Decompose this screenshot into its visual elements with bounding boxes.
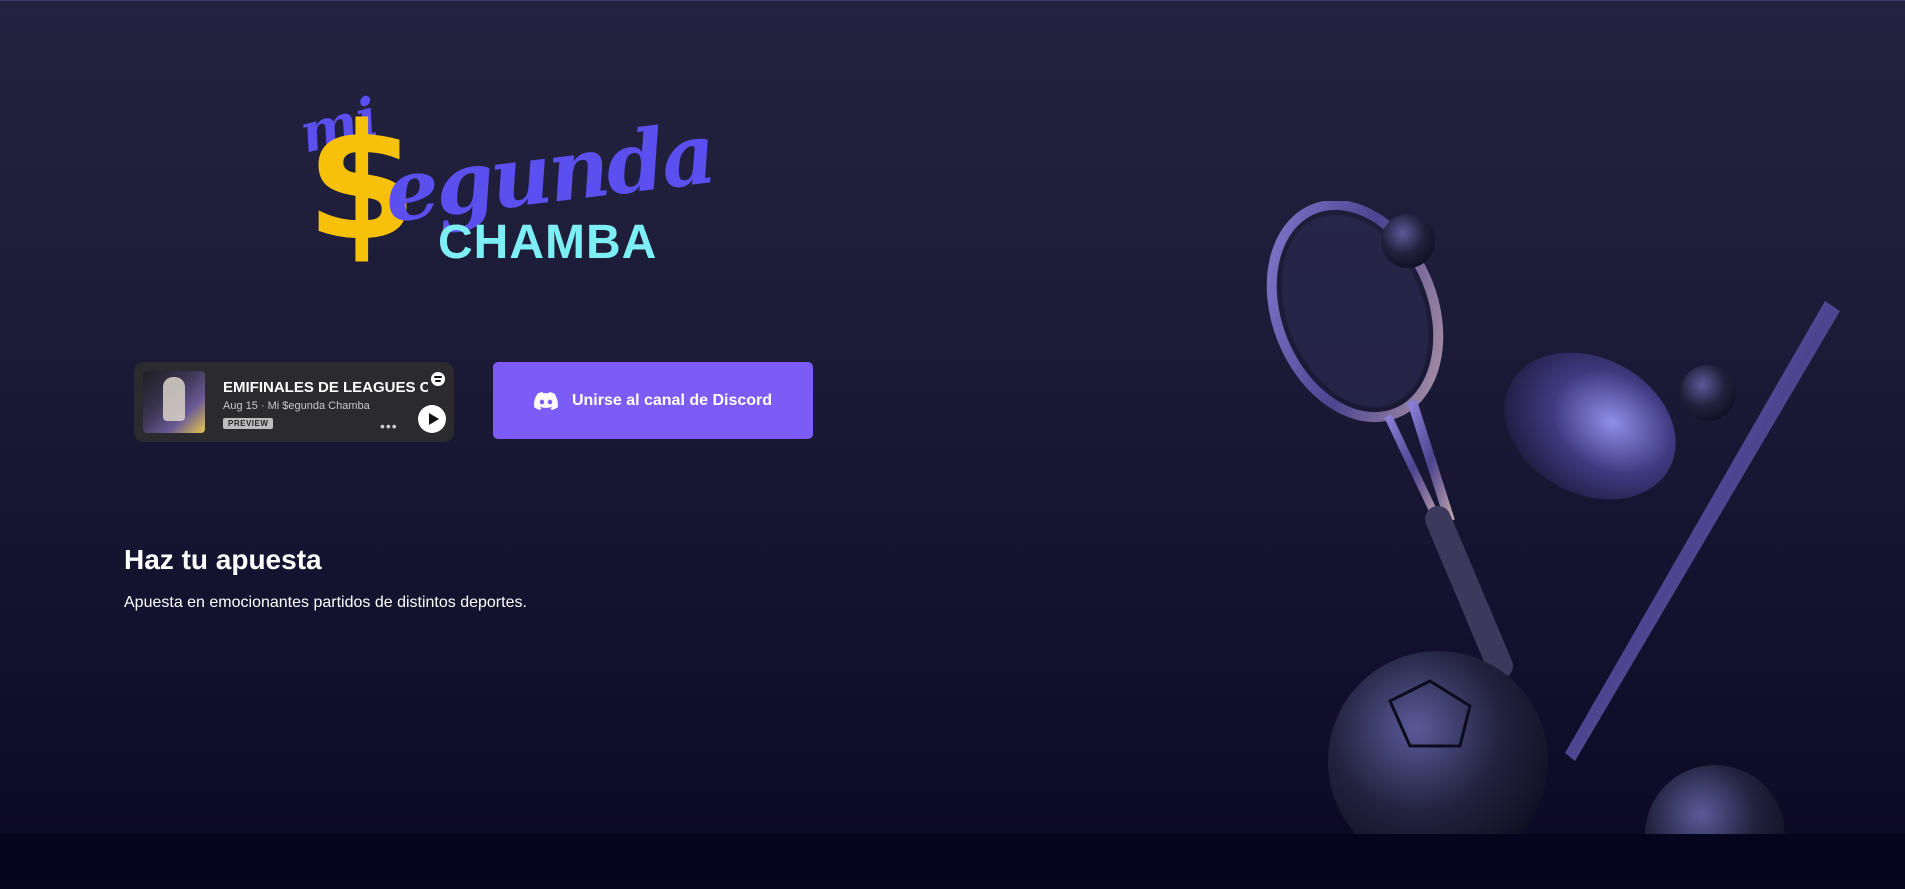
soccer-ball-icon <box>1328 651 1548 835</box>
discord-icon <box>534 391 558 410</box>
football-icon <box>1504 352 1676 500</box>
tennis-ball-icon <box>1381 214 1435 268</box>
baseball-icon <box>1680 365 1736 421</box>
episode-meta: Aug 15 · Mi $egunda Chamba <box>223 400 370 412</box>
section-heading: Haz tu apuesta <box>124 544 322 575</box>
more-options-icon[interactable]: ••• <box>380 418 398 434</box>
section-description: Apuesta en emocionantes partidos de dist… <box>124 594 527 611</box>
join-discord-button[interactable]: Unirse al canal de Discord <box>493 362 813 439</box>
spotify-episode-embed[interactable]: EMIFINALES DE LEAGUES C Aug 15 · Mi $egu… <box>134 362 454 442</box>
cover-person-shape <box>163 377 185 421</box>
logo-chamba-text: CHAMBA <box>438 216 658 269</box>
episode-cover-image[interactable] <box>143 371 205 433</box>
ball-partial-icon <box>1645 765 1785 835</box>
sports-equipment-illustration <box>1266 201 1840 835</box>
tennis-racket-icon <box>1266 201 1513 679</box>
spotify-icon[interactable] <box>431 372 445 386</box>
preview-badge: PREVIEW <box>223 418 274 429</box>
play-icon[interactable] <box>418 405 446 433</box>
hero-section: mi $ egunda CHAMBA EMIFINALES DE LEAGUES… <box>0 0 1905 835</box>
mi-segunda-chamba-logo[interactable]: mi $ egunda CHAMBA <box>292 85 718 293</box>
episode-title[interactable]: EMIFINALES DE LEAGUES C <box>223 379 428 396</box>
footer-band <box>0 834 1905 889</box>
join-discord-label: Unirse al canal de Discord <box>571 391 773 409</box>
